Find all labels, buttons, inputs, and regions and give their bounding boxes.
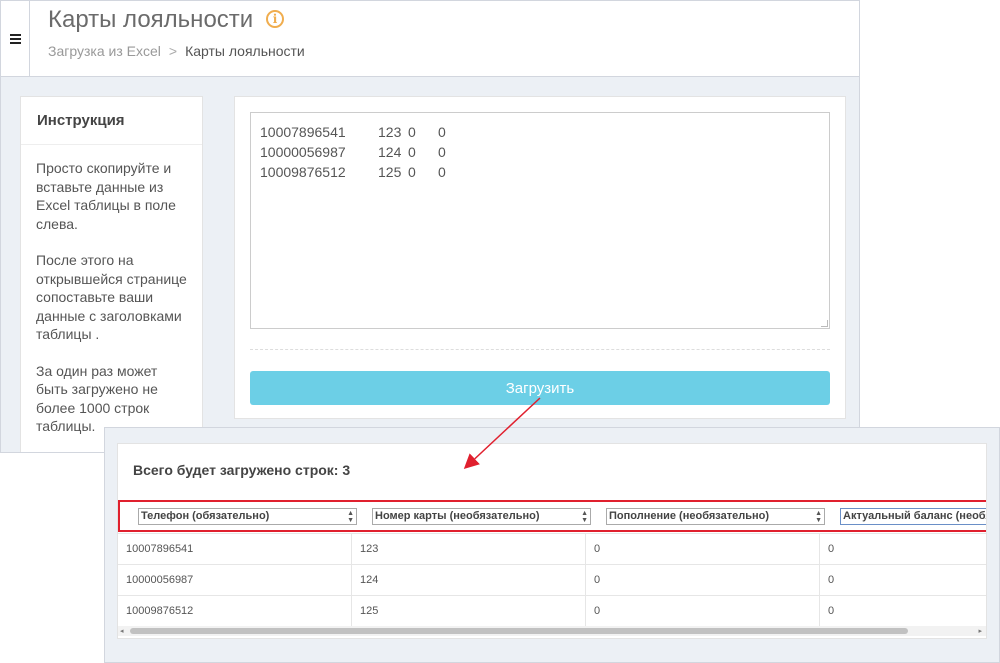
table-row: 10007896541 123 0 0	[118, 533, 986, 565]
instruction-text: Просто скопируйте и вставьте данные из E…	[21, 145, 202, 436]
paste-row: 10007896541 123 0 0	[260, 124, 446, 140]
instruction-panel: Инструкция Просто скопируйте и вставьте …	[20, 96, 203, 452]
instruction-paragraph: За один раз может быть загружено не боле…	[36, 362, 158, 435]
header-highlight-frame	[118, 500, 986, 532]
scroll-right-icon[interactable]: ▸	[978, 627, 982, 635]
table-row: 10000056987 124 0 0	[118, 564, 986, 596]
hamburger-icon	[9, 33, 21, 44]
instruction-paragraph: Просто скопируйте и вставьте данные из E…	[36, 160, 176, 232]
scrollbar-thumb[interactable]	[130, 628, 908, 634]
paste-row: 10000056987 124 0 0	[260, 144, 446, 160]
table-row: 10009876512 125 0 0	[118, 595, 986, 627]
upload-button[interactable]: Загрузить	[250, 371, 830, 405]
info-icon[interactable]: i	[266, 10, 284, 28]
page-header: Карты лояльности i Загрузка из Excel > Кар…	[1, 1, 859, 77]
preview-window: Всего будет загружено строк: 3 Телефон (…	[104, 427, 1000, 663]
horizontal-scrollbar[interactable]: ◂ ▸	[118, 626, 986, 636]
instruction-title: Инструкция	[21, 97, 202, 145]
textarea-resize-handle[interactable]	[821, 320, 828, 327]
rows-total-label: Всего будет загружено строк: 3	[133, 462, 351, 478]
app-window: Карты лояльности i Загрузка из Excel > Кар…	[0, 0, 860, 453]
breadcrumb-current: Карты лояльности	[185, 43, 305, 59]
menu-toggle-button[interactable]	[1, 1, 30, 76]
page-title: Карты лояльности	[48, 6, 254, 33]
paste-row: 10009876512 125 0 0	[260, 164, 446, 180]
instruction-paragraph: После этого на открывшейся странице сопо…	[36, 252, 187, 342]
dashed-divider	[250, 349, 830, 350]
breadcrumb: Загрузка из Excel > Карты лояльности	[48, 43, 305, 59]
breadcrumb-separator: >	[168, 43, 178, 59]
paste-textarea[interactable]: 10007896541 123 0 0 10000056987 124 0 0 100098…	[250, 112, 830, 329]
breadcrumb-link-excel-import[interactable]: Загрузка из Excel	[48, 43, 161, 59]
preview-panel: Всего будет загружено строк: 3 Телефон (…	[117, 443, 987, 639]
paste-panel: 10007896541 123 0 0 10000056987 124 0 0 100098…	[234, 96, 846, 419]
scroll-left-icon[interactable]: ◂	[120, 627, 124, 635]
